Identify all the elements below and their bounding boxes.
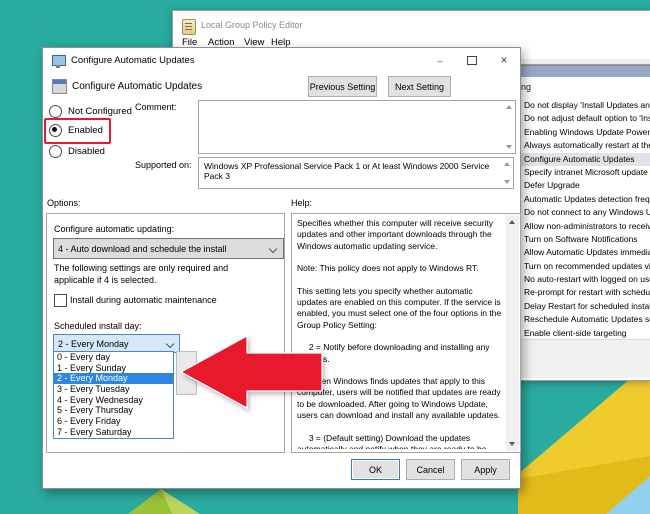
automatic-updating-combobox[interactable]: 4 - Auto download and schedule the insta…	[53, 238, 284, 259]
scroll-down-icon[interactable]	[509, 442, 515, 446]
maintenance-checkbox-label: Install during automatic maintenance	[70, 295, 217, 305]
apply-button[interactable]: Apply	[461, 459, 510, 480]
radio-label: Not Configured	[68, 106, 132, 117]
options-note: The following settings are only required…	[54, 262, 228, 286]
supported-on-box[interactable]: Windows XP Professional Service Pack 1 o…	[198, 157, 514, 189]
help-label: Help:	[291, 198, 312, 208]
dropdown-option[interactable]: 5 - Every Thursday	[54, 405, 173, 416]
chevron-down-icon	[269, 245, 277, 253]
dropdown-option[interactable]: 1 - Every Sunday	[54, 363, 173, 374]
configure-updates-dialog: Configure Automatic Updates – ✕ Configur…	[42, 47, 521, 489]
comment-textarea[interactable]	[198, 100, 516, 154]
scheduled-day-label: Scheduled install day:	[54, 321, 142, 331]
radio-circle	[49, 105, 62, 118]
radio-label: Enabled	[68, 125, 103, 136]
chevron-down-icon	[166, 340, 174, 348]
scheduled-day-dropdown-list: 0 - Every day1 - Every Sunday2 - Every M…	[53, 351, 174, 439]
dropdown-option[interactable]: 3 - Every Tuesday	[54, 384, 173, 395]
help-panel: Specifies whether this computer will rec…	[291, 213, 521, 453]
dialog-titlebar[interactable]: Configure Automatic Updates – ✕	[43, 48, 520, 74]
radio-circle	[49, 145, 62, 158]
combobox-value: 4 - Auto download and schedule the insta…	[58, 244, 227, 254]
dropdown-option[interactable]: 4 - Every Wednesday	[54, 395, 173, 406]
dropdown-option[interactable]: 0 - Every day	[54, 352, 173, 363]
dialog-icon	[52, 55, 66, 66]
radio-label: Disabled	[68, 146, 105, 157]
radio-circle-checked	[49, 124, 62, 137]
options-panel: Configure automatic updating: 4 - Auto d…	[46, 213, 285, 453]
next-setting-button[interactable]: Next Setting	[388, 76, 451, 97]
maximize-button[interactable]	[457, 48, 487, 73]
obscured-control-fragment	[176, 351, 197, 395]
policy-name: Configure Automatic Updates	[72, 81, 202, 92]
configure-updating-label: Configure automatic updating:	[54, 224, 174, 234]
scroll-up-icon[interactable]	[504, 162, 510, 166]
help-scrollbar[interactable]	[506, 215, 519, 451]
dialog-title: Configure Automatic Updates	[71, 55, 195, 66]
maximize-icon	[467, 56, 477, 65]
dropdown-option[interactable]: 7 - Every Saturday	[54, 427, 173, 438]
scroll-up-icon[interactable]	[506, 105, 512, 109]
radio-enabled[interactable]: Enabled	[49, 123, 103, 137]
comment-label: Comment:	[135, 102, 177, 112]
cancel-button[interactable]: Cancel	[406, 459, 455, 480]
radio-disabled[interactable]: Disabled	[49, 144, 105, 158]
supported-on-label: Supported on:	[135, 160, 192, 170]
maintenance-checkbox[interactable]	[54, 294, 67, 307]
scroll-down-icon[interactable]	[506, 145, 512, 149]
gpedit-icon	[182, 19, 196, 35]
help-text: Specifies whether this computer will rec…	[297, 218, 502, 449]
scroll-down-icon[interactable]	[504, 180, 510, 184]
policy-icon	[52, 79, 67, 94]
close-button[interactable]: ✕	[489, 48, 519, 73]
minimize-button[interactable]: –	[425, 48, 455, 73]
desktop: Local Group Policy Editor File Action Vi…	[0, 0, 650, 514]
scroll-up-icon[interactable]	[509, 220, 515, 224]
previous-setting-button[interactable]: Previous Setting	[308, 76, 377, 97]
supported-on-value: Windows XP Professional Service Pack 1 o…	[204, 161, 489, 181]
ok-button[interactable]: OK	[351, 459, 400, 480]
dropdown-option[interactable]: 2 - Every Monday	[54, 373, 173, 384]
radio-not-configured[interactable]: Not Configured	[49, 104, 132, 118]
combobox-value: 2 - Every Monday	[58, 339, 129, 349]
gpe-window-title: Local Group Policy Editor	[201, 20, 303, 30]
dropdown-option[interactable]: 6 - Every Friday	[54, 416, 173, 427]
options-label: Options:	[47, 198, 81, 208]
